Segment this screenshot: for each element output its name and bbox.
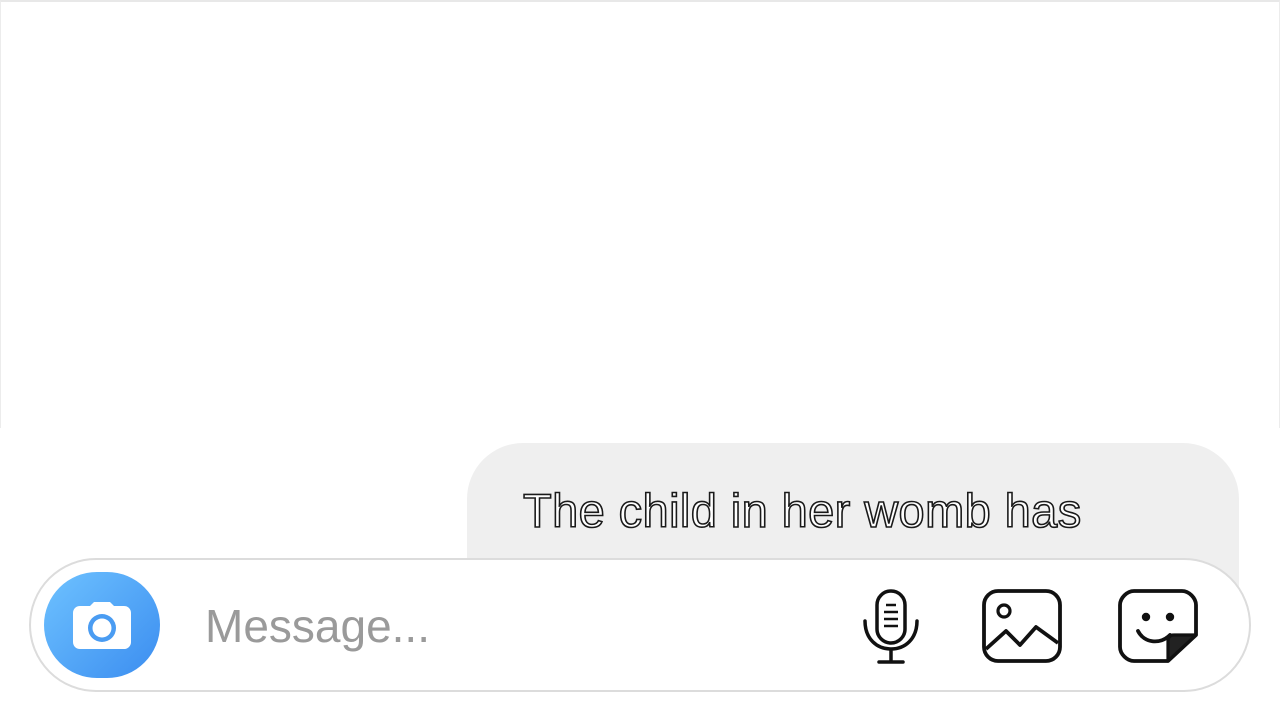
gallery-button[interactable] [978, 586, 1066, 666]
chat-screen: The child in her womb has [0, 0, 1280, 720]
sticker-icon [1118, 589, 1198, 663]
message-thread-area [0, 0, 1280, 428]
microphone-button[interactable] [858, 586, 924, 668]
sticker-button[interactable] [1114, 586, 1202, 666]
gallery-icon [982, 589, 1062, 663]
camera-icon [73, 602, 131, 649]
message-input[interactable] [205, 594, 805, 658]
camera-button[interactable] [44, 572, 160, 678]
microphone-icon [863, 589, 919, 664]
message-text: The child in her womb has [522, 483, 1082, 538]
